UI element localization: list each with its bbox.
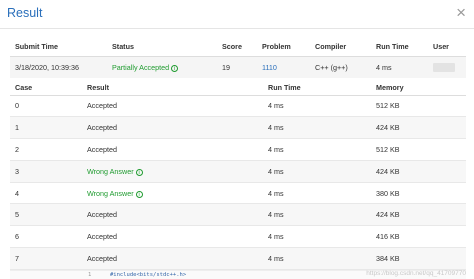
- case-result: Accepted: [82, 138, 263, 161]
- column-header: Score: [217, 38, 257, 56]
- case-number: 7: [10, 247, 82, 270]
- column-header: Status: [107, 38, 217, 56]
- user-cell: [428, 55, 466, 78]
- case-number: 4: [10, 182, 82, 205]
- case-run-time: 4 ms: [263, 160, 371, 183]
- case-memory: 424 KB: [371, 160, 466, 183]
- cases-header-row: Case Result Run Time Memory: [10, 80, 466, 96]
- column-header: Run Time: [263, 80, 371, 96]
- case-memory: 384 KB: [371, 247, 466, 270]
- case-memory: 424 KB: [371, 203, 466, 227]
- user-avatar[interactable]: [433, 63, 455, 73]
- compiler: C++ (g++): [310, 55, 371, 78]
- case-number: 3: [10, 160, 82, 183]
- case-number: 2: [10, 138, 82, 161]
- info-circle-icon[interactable]: i: [135, 168, 143, 176]
- submission-row: 3/18/2020, 10:39:36 Partially Accepted i …: [10, 55, 466, 78]
- case-result: Wrong Answer: [87, 188, 134, 198]
- column-header: Submit Time: [10, 38, 107, 56]
- case-row: 7 Accepted 4 ms 384 KB: [10, 247, 466, 270]
- case-run-time: 4 ms: [263, 116, 371, 140]
- case-row: 4 Wrong Answer i 4 ms 380 KB: [10, 182, 466, 205]
- submission-table: Submit Time Status Score Problem Compile…: [10, 38, 466, 78]
- submission-header-row: Submit Time Status Score Problem Compile…: [10, 38, 466, 56]
- case-row: 5 Accepted 4 ms 424 KB: [10, 203, 466, 227]
- code-line: #include<bits/stdc++.h>: [110, 272, 187, 278]
- case-result: Accepted: [82, 247, 263, 270]
- case-memory: 512 KB: [371, 95, 466, 118]
- info-circle-icon[interactable]: i: [171, 64, 179, 72]
- case-row: 3 Wrong Answer i 4 ms 424 KB: [10, 160, 466, 183]
- submit-time: 3/18/2020, 10:39:36: [10, 55, 107, 78]
- case-result: Accepted: [82, 225, 263, 249]
- case-number: 1: [10, 116, 82, 140]
- close-icon[interactable]: ×: [456, 4, 466, 21]
- modal-header: Result ×: [0, 0, 474, 29]
- status-cell: Partially Accepted i: [107, 55, 217, 78]
- case-result: Accepted: [82, 203, 263, 227]
- problem-link[interactable]: 1110: [262, 63, 277, 72]
- info-circle-icon[interactable]: i: [135, 190, 143, 198]
- code-line-number: 1: [88, 272, 92, 278]
- case-result-cell: Wrong Answer i: [82, 182, 263, 205]
- case-row: 0 Accepted 4 ms 512 KB: [10, 95, 466, 118]
- column-header: Run Time: [371, 38, 428, 56]
- case-memory: 424 KB: [371, 116, 466, 140]
- modal-title: Result: [7, 6, 43, 20]
- run-time: 4 ms: [371, 55, 428, 78]
- watermark: https://blog.csdn.net/qq_41709770: [366, 270, 466, 277]
- case-row: 2 Accepted 4 ms 512 KB: [10, 138, 466, 161]
- case-run-time: 4 ms: [263, 95, 371, 118]
- status-text: Partially Accepted: [112, 62, 170, 72]
- case-memory: 380 KB: [371, 182, 466, 205]
- case-number: 6: [10, 225, 82, 249]
- score: 19: [217, 55, 257, 78]
- case-run-time: 4 ms: [263, 182, 371, 205]
- case-run-time: 4 ms: [263, 247, 371, 270]
- column-header: Memory: [371, 80, 466, 96]
- column-header: User: [428, 38, 466, 56]
- case-memory: 512 KB: [371, 138, 466, 161]
- case-result-cell: Wrong Answer i: [82, 160, 263, 183]
- column-header: Result: [82, 80, 263, 96]
- case-run-time: 4 ms: [263, 225, 371, 249]
- column-header: Compiler: [310, 38, 371, 56]
- case-row: 1 Accepted 4 ms 424 KB: [10, 116, 466, 140]
- case-result: Accepted: [82, 116, 263, 140]
- case-run-time: 4 ms: [263, 203, 371, 227]
- case-number: 0: [10, 95, 82, 118]
- column-header: Problem: [257, 38, 310, 56]
- column-header: Case: [10, 80, 82, 96]
- case-number: 5: [10, 203, 82, 227]
- case-row: 6 Accepted 4 ms 416 KB: [10, 225, 466, 249]
- case-run-time: 4 ms: [263, 138, 371, 161]
- cases-table: Case Result Run Time Memory 0 Accepted 4…: [10, 80, 466, 270]
- case-result: Accepted: [82, 95, 263, 118]
- problem-cell: 1110: [257, 55, 310, 78]
- case-memory: 416 KB: [371, 225, 466, 249]
- case-result: Wrong Answer: [87, 166, 134, 176]
